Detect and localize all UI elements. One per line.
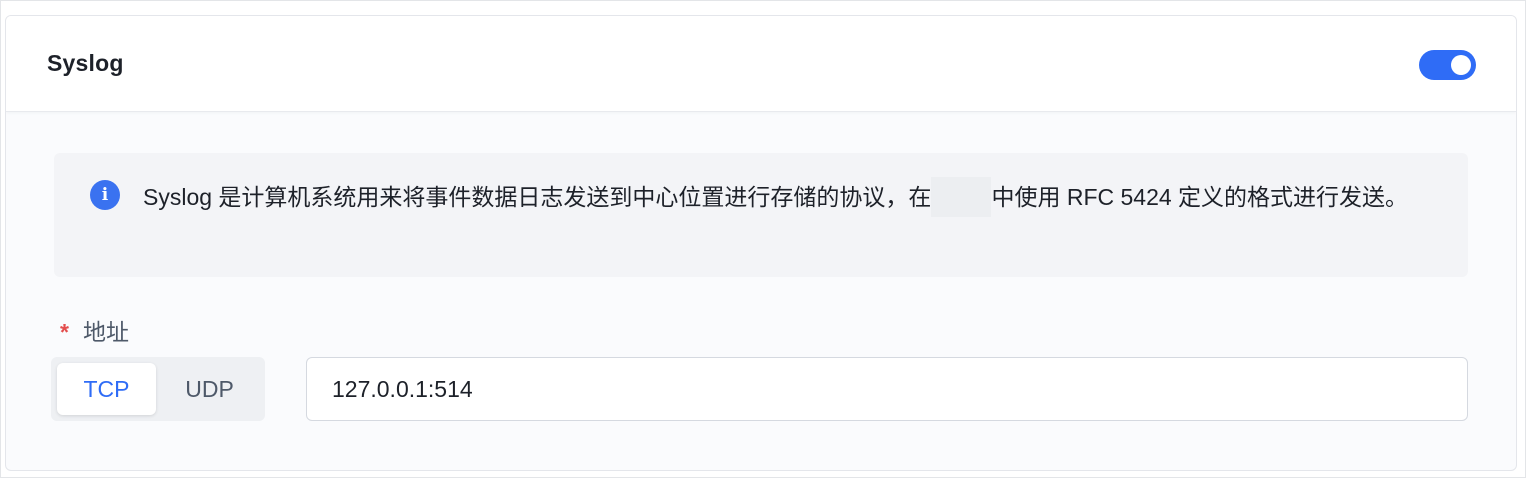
info-text-part-2: 中使用 RFC 5424 定义的格式进行发送。: [991, 184, 1409, 210]
protocol-tcp-option[interactable]: TCP: [57, 363, 156, 415]
required-mark: *: [60, 319, 69, 345]
info-icon: i: [90, 180, 120, 210]
address-label: * 地址: [60, 313, 129, 347]
protocol-selector: TCP UDP: [51, 357, 265, 421]
info-text: Syslog 是计算机系统用来将事件数据日志发送到中心位置进行存储的协议，在 中使…: [143, 175, 1433, 220]
redacted-product-name: [931, 177, 992, 217]
syslog-card: Syslog i Syslog 是计算机系统用来将事件数据日志发送到中心位置进行…: [5, 15, 1517, 471]
info-alert: i Syslog 是计算机系统用来将事件数据日志发送到中心位置进行存储的协议，在…: [54, 153, 1468, 277]
toggle-knob: [1451, 55, 1471, 75]
address-label-text: 地址: [82, 319, 129, 345]
address-input[interactable]: [306, 357, 1468, 421]
card-title: Syslog: [47, 50, 124, 76]
card-header: Syslog: [6, 16, 1516, 112]
page-frame: Syslog i Syslog 是计算机系统用来将事件数据日志发送到中心位置进行…: [0, 0, 1526, 478]
protocol-udp-option[interactable]: UDP: [160, 363, 259, 415]
syslog-enable-toggle[interactable]: [1419, 50, 1476, 80]
info-text-part-1: Syslog 是计算机系统用来将事件数据日志发送到中心位置进行存储的协议，在: [143, 184, 932, 210]
